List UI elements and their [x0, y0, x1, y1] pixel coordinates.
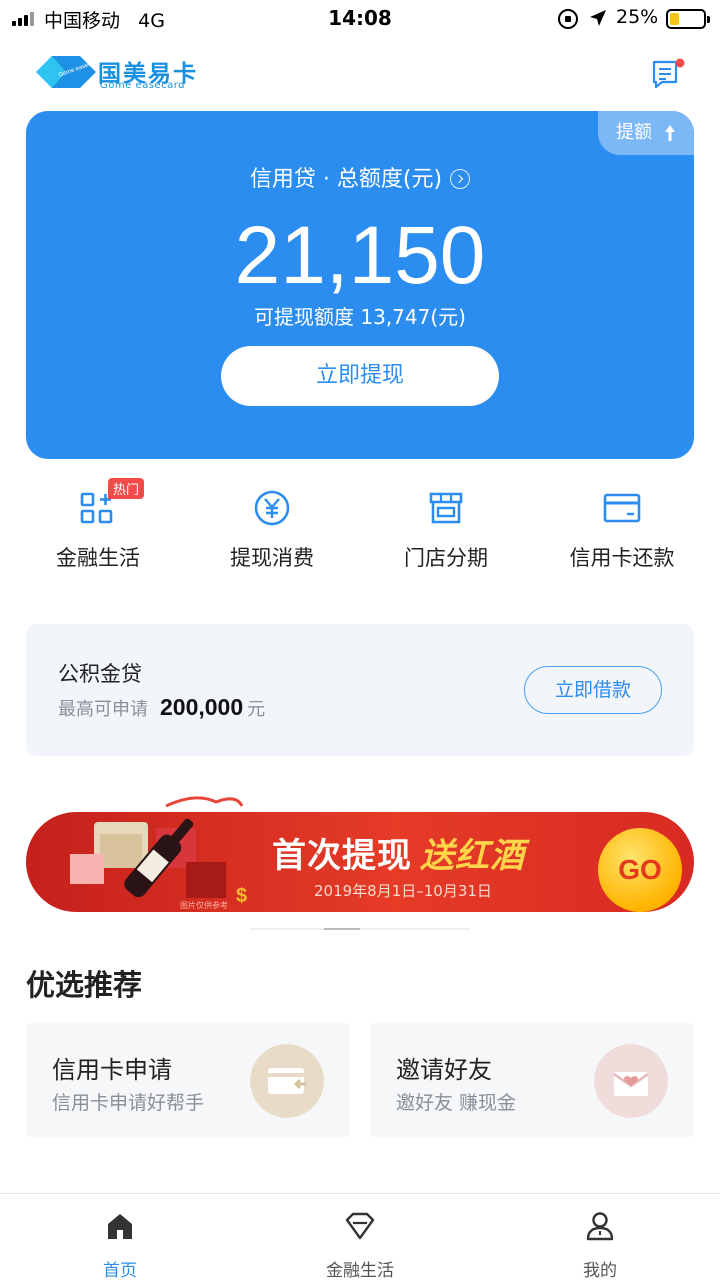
- arrow-up-icon: [665, 125, 675, 141]
- housing-fund-loan-card[interactable]: 公积金贷 最高可申请 200,000 元 立即借款: [26, 624, 694, 756]
- carousel-indicator-active: [324, 928, 360, 930]
- rotation-lock-icon: [558, 9, 578, 29]
- quick-action-finance-life[interactable]: 热门 金融生活: [8, 478, 188, 586]
- battery-percent: 25%: [616, 6, 659, 28]
- credit-card-icon: [603, 493, 641, 523]
- user-icon: [586, 1212, 614, 1241]
- battery-icon: [666, 9, 710, 29]
- status-bar: 中国移动 4G 14:08 25%: [0, 0, 720, 40]
- tab-home[interactable]: 首页: [0, 1194, 240, 1280]
- go-button[interactable]: GO: [598, 828, 682, 912]
- store-icon: [429, 492, 463, 524]
- tab-label: 金融生活: [326, 1261, 394, 1280]
- loan-max-label: 最高可申请: [58, 699, 148, 720]
- rec-subtitle: 邀好友 赚现金: [396, 1092, 517, 1114]
- credit-limit-card: 提额 信用贷 · 总额度(元) 21,150 可提现额度 13,747(元) 立…: [26, 111, 694, 459]
- logo-mark-icon: Gome easecard: [36, 56, 98, 88]
- quick-action-label: 信用卡还款: [569, 546, 675, 570]
- quick-action-store-installment[interactable]: 门店分期: [356, 486, 536, 586]
- banner-note: 图片仅供参考: [180, 901, 228, 910]
- app-logo: Gome easecard 国美易卡 Gome easecard: [34, 52, 204, 96]
- logo-subtext: Gome easecard: [100, 80, 185, 91]
- card-apply-icon: [250, 1044, 324, 1118]
- raise-limit-button[interactable]: 提额: [598, 111, 694, 155]
- carousel-indicator: [250, 928, 470, 930]
- section-title: 优选推荐: [26, 968, 143, 1002]
- rec-card-credit-card-apply[interactable]: 信用卡申请 信用卡申请好帮手: [26, 1022, 350, 1138]
- yuan-coin-icon: [254, 490, 290, 526]
- rec-subtitle: 信用卡申请好帮手: [52, 1092, 205, 1114]
- hot-badge: 热门: [108, 478, 145, 499]
- loan-max-line: 最高可申请 200,000 元: [58, 694, 265, 721]
- diamond-icon: [345, 1212, 375, 1240]
- status-time: 14:08: [328, 6, 392, 30]
- home-icon: [108, 1214, 132, 1239]
- rec-title: 信用卡申请: [52, 1056, 172, 1084]
- withdraw-now-button[interactable]: 立即提现: [221, 346, 499, 406]
- quick-action-withdraw-consume[interactable]: 提现消费: [182, 486, 362, 586]
- raise-limit-label: 提额: [616, 122, 652, 143]
- promo-banner[interactable]: $ 图片仅供参考 首次提现 送红酒 2019年8月1日–10月31日 GO: [26, 792, 694, 916]
- loan-max-amount: 200,000: [160, 694, 244, 720]
- quick-action-label: 提现消费: [230, 546, 314, 570]
- tab-mine[interactable]: 我的: [480, 1194, 720, 1280]
- banner-highlight: 送红酒: [420, 836, 525, 876]
- loan-unit: 元: [247, 699, 266, 720]
- chevron-right-icon: [450, 169, 471, 189]
- available-amount: 可提现额度 13,747(元): [254, 305, 466, 329]
- message-list-icon[interactable]: [650, 58, 686, 90]
- quick-action-label: 门店分期: [404, 546, 488, 570]
- wine-gift-illustration: $: [70, 796, 247, 907]
- tab-finance-life[interactable]: 金融生活: [240, 1194, 480, 1280]
- location-arrow-icon: [590, 10, 606, 26]
- tab-label: 我的: [583, 1261, 617, 1280]
- borrow-now-button[interactable]: 立即借款: [524, 666, 662, 714]
- tab-label: 首页: [103, 1261, 137, 1280]
- quick-action-label: 金融生活: [56, 546, 140, 570]
- bottom-tab-bar: 首页 金融生活 我的: [0, 1193, 720, 1280]
- total-limit-label[interactable]: 信用贷 · 总额度(元): [26, 161, 694, 193]
- svg-text:$: $: [236, 885, 247, 907]
- total-limit-amount: 21,150: [234, 210, 486, 301]
- invite-envelope-icon: [594, 1044, 668, 1118]
- quick-action-card-repay[interactable]: 信用卡还款: [532, 486, 712, 586]
- rec-title: 邀请好友: [396, 1056, 492, 1084]
- banner-title: 首次提现 送红酒: [272, 836, 525, 876]
- rec-card-invite-friends[interactable]: 邀请好友 邀好友 赚现金: [370, 1022, 694, 1138]
- banner-date: 2019年8月1日–10月31日: [314, 882, 492, 900]
- loan-title: 公积金贷: [58, 662, 142, 686]
